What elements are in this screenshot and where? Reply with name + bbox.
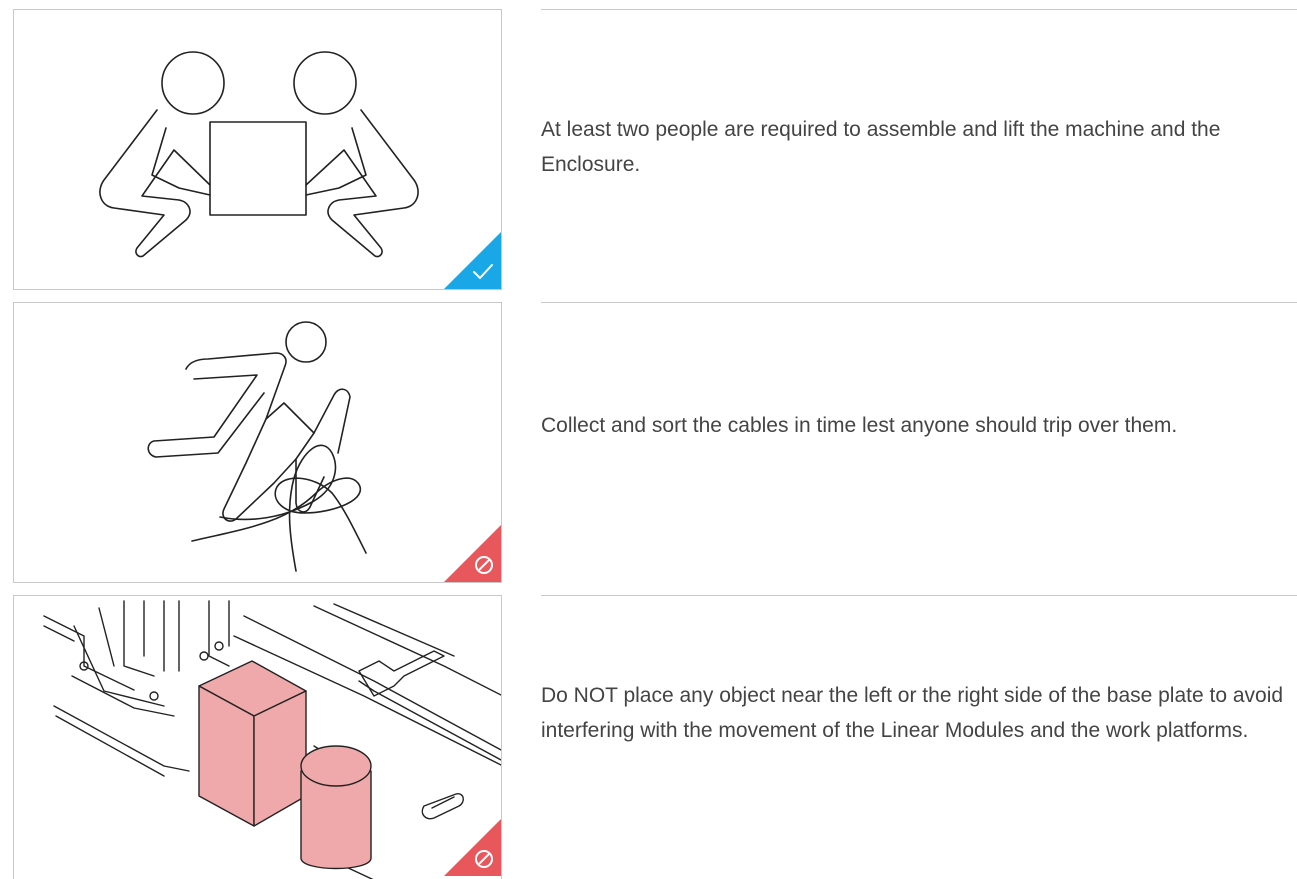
two-people-lifting-illustration (99, 51, 419, 258)
person-tripping-illustration (147, 321, 367, 572)
base-plate-objects-illustration (43, 600, 501, 879)
caption-text: Collect and sort the cables in time lest… (541, 414, 1178, 437)
illustration-panel-cables (13, 302, 502, 583)
illustration-panel-lifting (13, 9, 502, 290)
safety-item-1: At least two people are required to asse… (0, 5, 1297, 293)
illustration-panel-base-plate (13, 595, 502, 879)
caption-text: At least two people are required to asse… (541, 118, 1221, 176)
prohibited-icon (444, 819, 501, 876)
checkmark-icon (444, 232, 501, 289)
caption-text: Do NOT place any object near the left or… (541, 684, 1284, 742)
prohibited-icon (444, 525, 501, 582)
safety-item-3: Do NOT place any object near the left or… (0, 591, 1297, 879)
divider (541, 302, 1297, 303)
divider (541, 595, 1297, 596)
safety-item-2: Collect and sort the cables in time lest… (0, 298, 1297, 586)
divider (541, 9, 1297, 10)
